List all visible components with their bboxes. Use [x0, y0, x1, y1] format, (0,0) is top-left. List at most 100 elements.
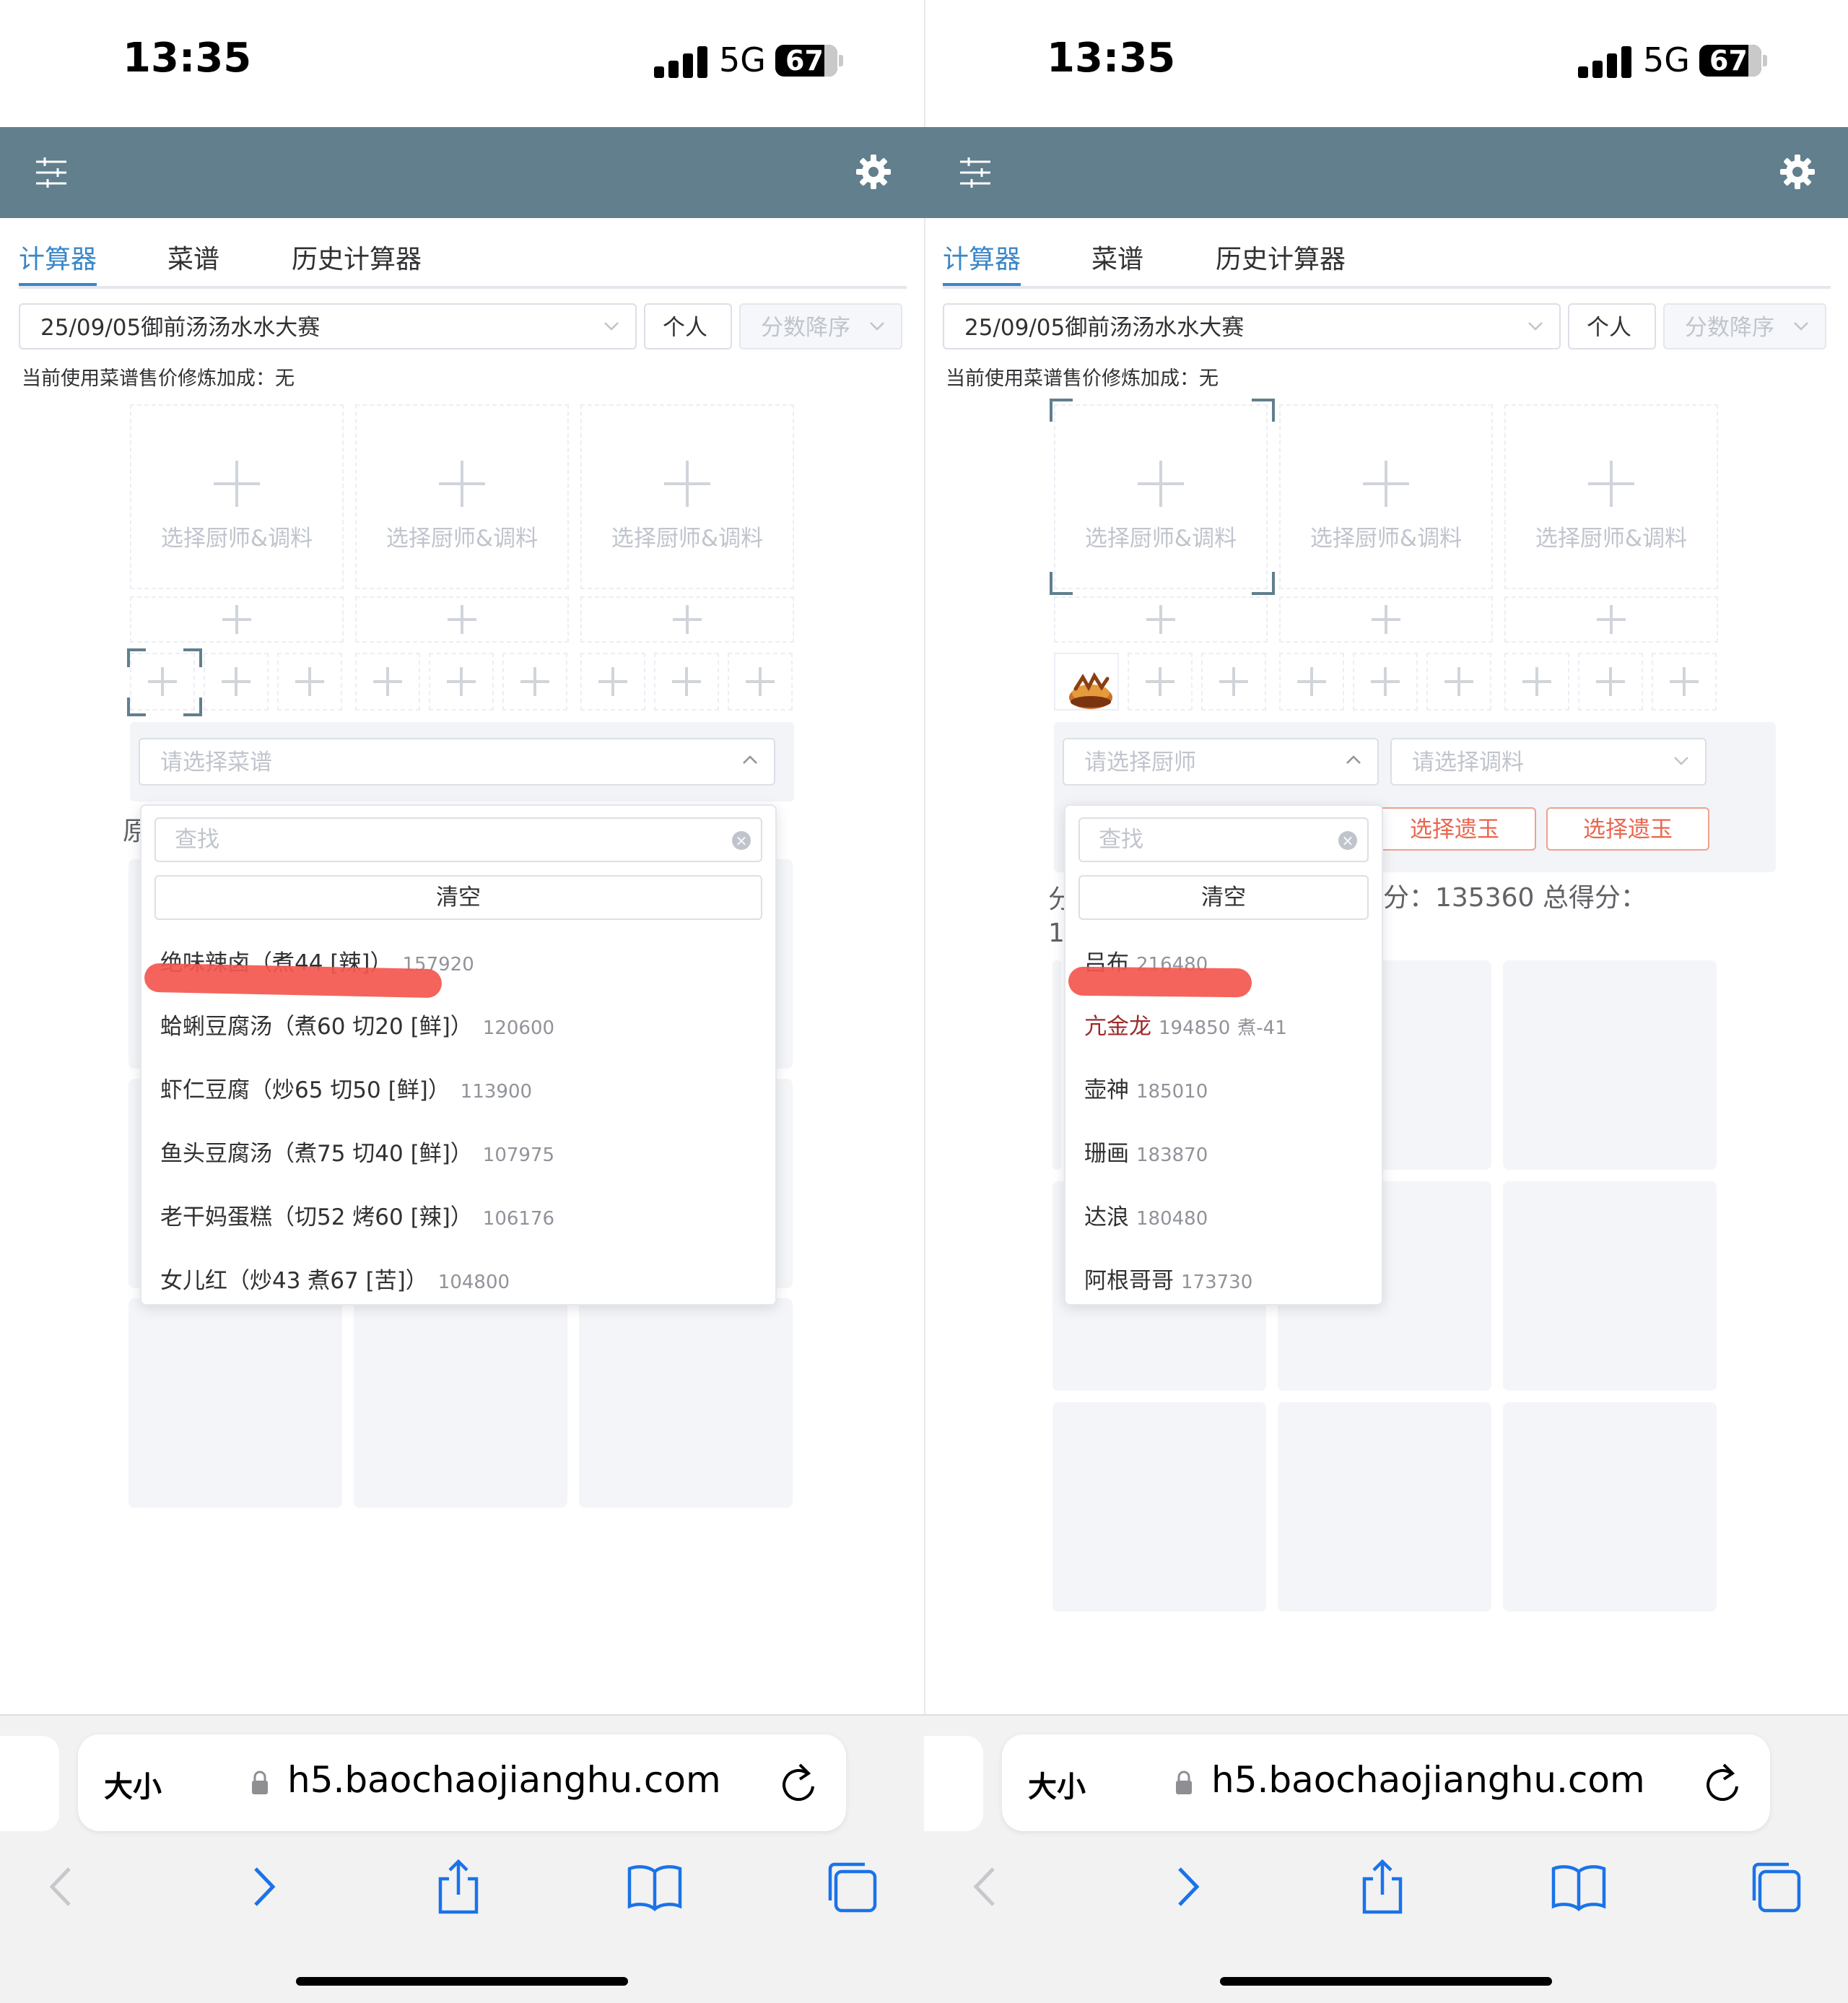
chef-slot-label: 选择厨师&调料	[385, 526, 539, 552]
tab-calculator[interactable]: 计算器	[943, 238, 1021, 276]
text-size-button[interactable]: 大小	[1028, 1763, 1086, 1805]
bonus-hint: 当前使用菜谱售价修炼加成：无	[946, 368, 1219, 390]
sort-select: 分数降序	[1663, 303, 1826, 349]
recipe-option[interactable]: 女儿红（炒43 煮67 [苦]） 104800	[160, 1262, 510, 1295]
tabs-icon[interactable]	[1744, 1856, 1806, 1918]
tabs-icon[interactable]	[820, 1856, 882, 1918]
mode-select[interactable]: 个人	[1568, 303, 1656, 349]
home-indicator	[296, 1977, 628, 1986]
recipe-slot[interactable]	[1426, 653, 1491, 711]
recipe-slot[interactable]	[1201, 653, 1266, 711]
chef-note: 煮-41	[1237, 1017, 1287, 1039]
recipe-option[interactable]: 蛤蜊豆腐汤（煮60 切20 [鲜]） 120600	[160, 1008, 554, 1040]
recipe-select[interactable]: 请选择菜谱	[139, 738, 775, 786]
share-icon[interactable]	[1351, 1856, 1413, 1918]
chef-select-placeholder: 请选择厨师	[1084, 750, 1196, 775]
equip-slot-3[interactable]	[1504, 596, 1718, 643]
chevron-up-icon	[743, 755, 757, 764]
recipe-option[interactable]: 鱼头豆腐汤（煮75 切40 [鲜]） 107975	[160, 1135, 554, 1168]
recipe-slot[interactable]	[1353, 653, 1418, 711]
recipe-slot[interactable]	[1128, 653, 1193, 711]
recipe-option[interactable]: 老干妈蛋糕（切52 烤60 [辣]） 106176	[160, 1199, 554, 1231]
focus-corner	[183, 648, 202, 667]
chef-slot-3[interactable]: 选择厨师&调料	[1504, 404, 1718, 589]
seasoning-select-placeholder: 请选择调料	[1412, 750, 1524, 775]
status-time: 13:35	[123, 35, 252, 82]
forward-icon[interactable]	[232, 1856, 295, 1918]
chef-option[interactable]: 珊画 183870	[1084, 1135, 1208, 1168]
chef-score: 183870	[1136, 1144, 1208, 1166]
browser-toolbar: 大小 h5.baochaojianghu.com	[924, 1714, 1848, 2003]
previous-tab[interactable]	[0, 1736, 59, 1831]
recipe-slot[interactable]	[654, 653, 719, 711]
reload-icon[interactable]	[1704, 1762, 1744, 1805]
chef-slot-2[interactable]: 选择厨师&调料	[355, 404, 569, 589]
tab-calculator[interactable]: 计算器	[19, 238, 97, 276]
chef-option[interactable]: 亢金龙 194850 煮-41	[1084, 1008, 1287, 1040]
gear-icon[interactable]	[1779, 153, 1816, 191]
tab-history[interactable]: 历史计算器	[1216, 238, 1346, 276]
recipe-slot[interactable]	[580, 653, 645, 711]
equip-slot-1[interactable]	[1054, 596, 1268, 643]
back-icon[interactable]	[32, 1856, 94, 1918]
relic-button-2[interactable]: 选择遗玉	[1546, 807, 1709, 851]
recipe-slot[interactable]	[1504, 653, 1569, 711]
address-bar[interactable]: 大小 h5.baochaojianghu.com	[1002, 1734, 1770, 1831]
result-card	[1503, 960, 1717, 1170]
recipe-slot[interactable]	[204, 653, 269, 711]
recipe-slot[interactable]	[429, 653, 494, 711]
share-icon[interactable]	[427, 1856, 489, 1918]
focus-corner	[127, 648, 146, 667]
search-input[interactable]: 查找 ×	[154, 817, 762, 862]
equip-slot-3[interactable]	[580, 596, 794, 643]
gear-icon[interactable]	[855, 153, 892, 191]
search-input[interactable]: 查找 ×	[1078, 817, 1369, 862]
clear-icon[interactable]: ×	[1338, 831, 1357, 850]
recipe-slot[interactable]	[728, 653, 793, 711]
chef-score: 173730	[1181, 1272, 1253, 1293]
equip-slot-2[interactable]	[355, 596, 569, 643]
reload-icon[interactable]	[780, 1762, 820, 1805]
seasoning-select[interactable]: 请选择调料	[1390, 738, 1707, 786]
chef-slot-3[interactable]: 选择厨师&调料	[580, 404, 794, 589]
menu-icon[interactable]	[959, 156, 992, 189]
recipe-slot[interactable]	[1578, 653, 1643, 711]
tab-history[interactable]: 历史计算器	[292, 238, 422, 276]
chef-select[interactable]: 请选择厨师	[1063, 738, 1379, 786]
forward-icon[interactable]	[1156, 1856, 1219, 1918]
lock-icon	[1176, 1770, 1192, 1794]
recipe-slot[interactable]	[1279, 653, 1344, 711]
address-bar[interactable]: 大小 h5.baochaojianghu.com	[78, 1734, 846, 1831]
tab-recipes[interactable]: 菜谱	[167, 238, 219, 276]
chef-slot-1[interactable]: 选择厨师&调料	[1054, 404, 1268, 589]
contest-select[interactable]: 25/09/05御前汤汤水水大赛	[943, 303, 1561, 349]
recipe-slot[interactable]	[355, 653, 420, 711]
recipe-slot[interactable]	[1652, 653, 1717, 711]
contest-select[interactable]: 25/09/05御前汤汤水水大赛	[19, 303, 637, 349]
recipe-slot[interactable]	[277, 653, 342, 711]
tab-recipes[interactable]: 菜谱	[1091, 238, 1143, 276]
text-size-button[interactable]: 大小	[104, 1763, 162, 1805]
chef-option[interactable]: 阿根哥哥 173730	[1084, 1262, 1252, 1295]
bookmarks-icon[interactable]	[624, 1856, 686, 1918]
recipe-option[interactable]: 虾仁豆腐（炒65 切50 [鲜]） 113900	[160, 1072, 532, 1104]
clear-button[interactable]: 清空	[154, 875, 762, 920]
recipe-slot[interactable]	[502, 653, 567, 711]
chef-slot-1[interactable]: 选择厨师&调料	[130, 404, 344, 589]
clear-icon[interactable]: ×	[732, 831, 751, 850]
chef-name: 亢金龙	[1084, 1014, 1151, 1040]
back-icon[interactable]	[956, 1856, 1018, 1918]
previous-tab[interactable]	[924, 1736, 983, 1831]
equip-slot-2[interactable]	[1279, 596, 1493, 643]
bookmarks-icon[interactable]	[1548, 1856, 1610, 1918]
chef-option[interactable]: 达浪 180480	[1084, 1199, 1208, 1231]
mode-select[interactable]: 个人	[644, 303, 732, 349]
menu-icon[interactable]	[35, 156, 68, 189]
chef-name: 壶神	[1084, 1077, 1129, 1103]
chef-option[interactable]: 壶神 185010	[1084, 1072, 1208, 1104]
clear-button[interactable]: 清空	[1078, 875, 1369, 920]
relic-button-1[interactable]: 选择遗玉	[1373, 807, 1536, 851]
sort-select-value: 分数降序	[761, 315, 850, 341]
chef-slot-2[interactable]: 选择厨师&调料	[1279, 404, 1493, 589]
equip-slot-1[interactable]	[130, 596, 344, 643]
